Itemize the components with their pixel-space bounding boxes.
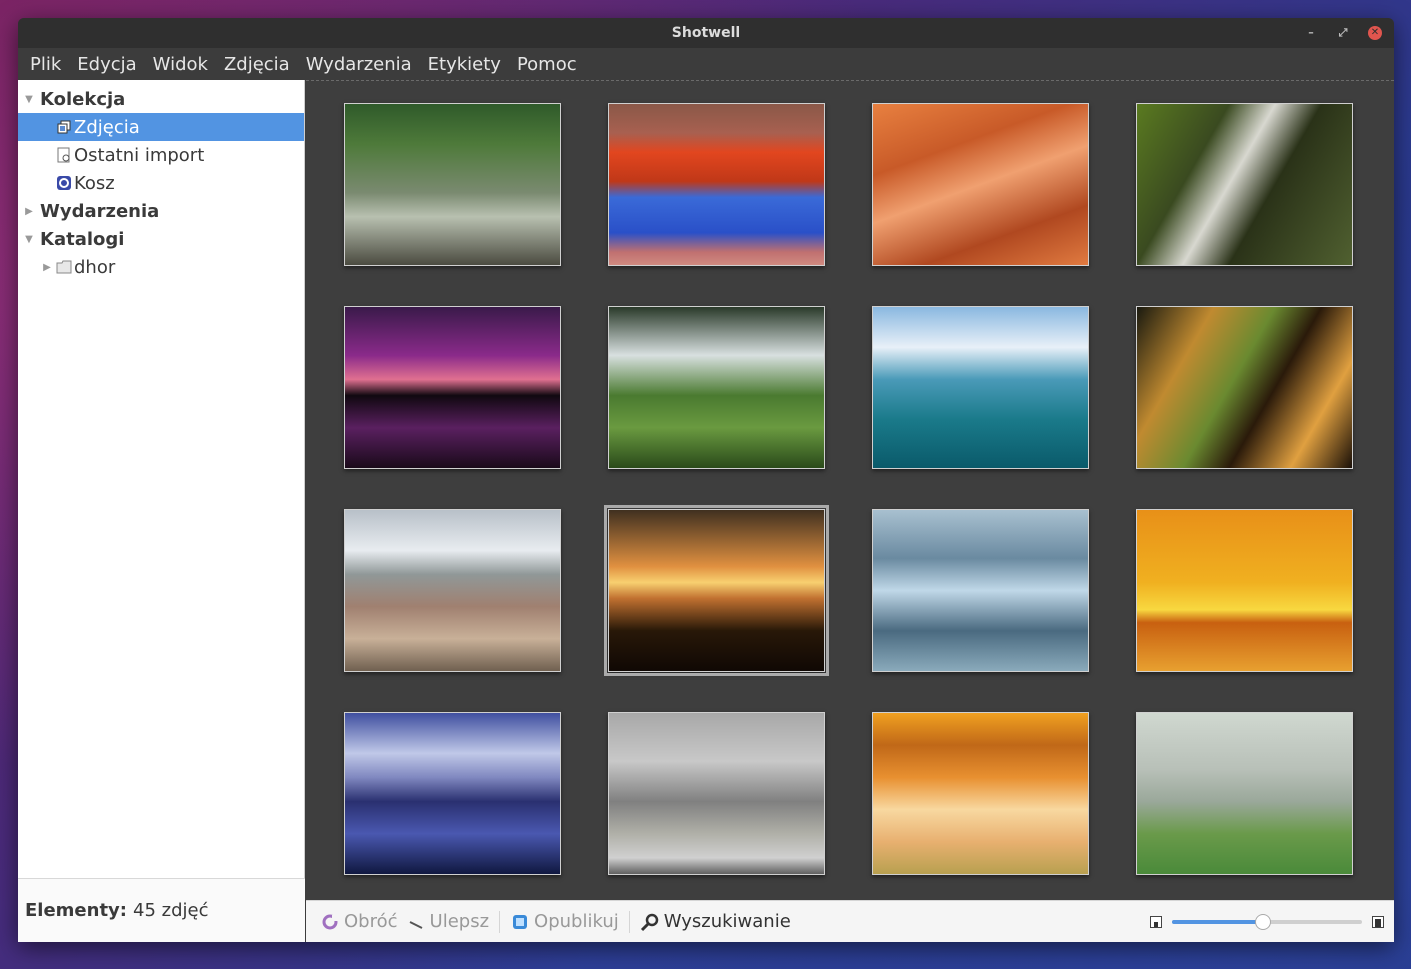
photo-thumbnail-golden-mist-hills[interactable]	[872, 712, 1089, 875]
menu-edycja[interactable]: Edycja	[69, 54, 144, 75]
sidebar-item-label: dhor	[74, 256, 116, 278]
sidebar-header-label: Katalogi	[40, 228, 125, 250]
photo-grid	[306, 80, 1394, 900]
window-title: Shotwell	[671, 25, 741, 41]
photo-thumbnail-foggy-valley[interactable]	[608, 712, 825, 875]
sidebar-header-wydarzenia[interactable]: ▶ Wydarzenia	[18, 197, 304, 225]
close-button[interactable]: ✕	[1368, 26, 1382, 40]
sidebar: ▼ Kolekcja Zdjęcia Ostatni import Kosz ▶	[18, 80, 305, 942]
bottom-toolbar: Obróć Ulepsz Opublikuj Wyszukiwanie	[306, 900, 1394, 942]
photo-thumbnail-birds-sunset[interactable]	[1136, 509, 1353, 672]
photo-thumbnail-orange-canyon[interactable]	[872, 103, 1089, 266]
sidebar-item-ostatni-import[interactable]: Ostatni import	[18, 141, 304, 169]
sidebar-item-folder-dhor[interactable]: ▶ dhor	[18, 253, 304, 281]
expand-arrow-icon[interactable]: ▼	[18, 94, 40, 105]
title-bar[interactable]: Shotwell – ⤢ ✕	[18, 18, 1394, 48]
photo-thumbnail-red-rock-reflection[interactable]	[608, 103, 825, 266]
photo-thumbnail-misty-forest[interactable]	[872, 509, 1089, 672]
sidebar-header-label: Wydarzenia	[40, 200, 160, 222]
photo-thumbnail-rocky-beach[interactable]	[344, 509, 561, 672]
rotate-label: Obróć	[344, 911, 398, 932]
zoom-in-icon[interactable]	[1372, 916, 1384, 928]
maximize-button[interactable]: ⤢	[1336, 26, 1350, 40]
sidebar-item-label: Zdjęcia	[74, 116, 140, 138]
sidebar-header-kolekcja[interactable]: ▼ Kolekcja	[18, 85, 304, 113]
import-icon	[56, 147, 72, 163]
photo-thumbnail-purple-sunset-lake[interactable]	[344, 306, 561, 469]
expand-arrow-icon[interactable]: ▼	[18, 234, 40, 245]
zoom-out-icon[interactable]	[1150, 916, 1162, 928]
shotwell-window: Shotwell – ⤢ ✕ Plik Edycja Widok Zdjęcia…	[18, 18, 1394, 942]
zoom-slider-handle[interactable]	[1255, 914, 1272, 930]
photo-thumbnail-foggy-tree-lane[interactable]	[1136, 712, 1353, 875]
sidebar-header-katalogi[interactable]: ▼ Katalogi	[18, 225, 304, 253]
menu-widok[interactable]: Widok	[145, 54, 216, 75]
sidebar-item-zdjecia[interactable]: Zdjęcia	[18, 113, 304, 141]
publish-label: Opublikuj	[534, 911, 619, 932]
zoom-slider[interactable]	[1172, 914, 1362, 930]
window-controls: – ⤢ ✕	[1304, 18, 1382, 48]
menu-plik[interactable]: Plik	[22, 54, 69, 75]
photo-thumbnail-waterfall-cliff[interactable]	[1136, 103, 1353, 266]
status-bar: Elementy: 45 zdjęć	[18, 878, 305, 942]
zoom-slider-fill	[1172, 920, 1264, 924]
enhance-label: Ulepsz	[429, 911, 490, 932]
collapse-arrow-icon[interactable]: ▶	[18, 206, 40, 217]
publish-icon	[510, 912, 530, 932]
folder-icon	[56, 259, 72, 275]
search-icon	[640, 912, 660, 932]
enhance-wand-icon	[406, 912, 426, 932]
zoom-control	[1150, 901, 1384, 942]
toolbar-separator	[499, 910, 501, 933]
sidebar-item-kosz[interactable]: Kosz	[18, 169, 304, 197]
menu-pomoc[interactable]: Pomoc	[509, 54, 585, 75]
rotate-button[interactable]: Obróć	[316, 911, 402, 932]
sidebar-item-label: Ostatni import	[74, 144, 205, 166]
photo-thumbnail-cave-formations[interactable]	[1136, 306, 1353, 469]
publish-button[interactable]: Opublikuj	[506, 911, 623, 932]
rotate-icon	[320, 912, 340, 932]
enhance-button[interactable]: Ulepsz	[402, 911, 494, 932]
photos-icon	[56, 119, 72, 135]
status-label: Elementy:	[25, 900, 127, 921]
collapse-arrow-icon[interactable]: ▶	[38, 262, 56, 273]
menu-wydarzenia[interactable]: Wydarzenia	[298, 54, 420, 75]
photo-thumbnail-sea-stack-sunset[interactable]	[604, 505, 829, 676]
photo-thumbnail-waterfall-ferns[interactable]	[608, 306, 825, 469]
sidebar-header-label: Kolekcja	[40, 88, 126, 110]
minimize-button[interactable]: –	[1304, 26, 1318, 40]
search-button[interactable]: Wyszukiwanie	[636, 911, 795, 932]
menu-bar: Plik Edycja Widok Zdjęcia Wydarzenia Ety…	[18, 48, 1394, 80]
trash-icon	[56, 175, 72, 191]
menu-etykiety[interactable]: Etykiety	[420, 54, 509, 75]
photo-thumbnail-forest-stream[interactable]	[344, 103, 561, 266]
status-count: 45 zdjęć	[133, 900, 209, 921]
photo-thumbnail-ocean-wave[interactable]	[872, 306, 1089, 469]
search-label: Wyszukiwanie	[663, 911, 791, 932]
menu-zdjecia[interactable]: Zdjęcia	[216, 54, 298, 75]
sidebar-item-label: Kosz	[74, 172, 115, 194]
photo-thumbnail-blue-pier-lake[interactable]	[344, 712, 561, 875]
toolbar-separator	[628, 910, 630, 933]
